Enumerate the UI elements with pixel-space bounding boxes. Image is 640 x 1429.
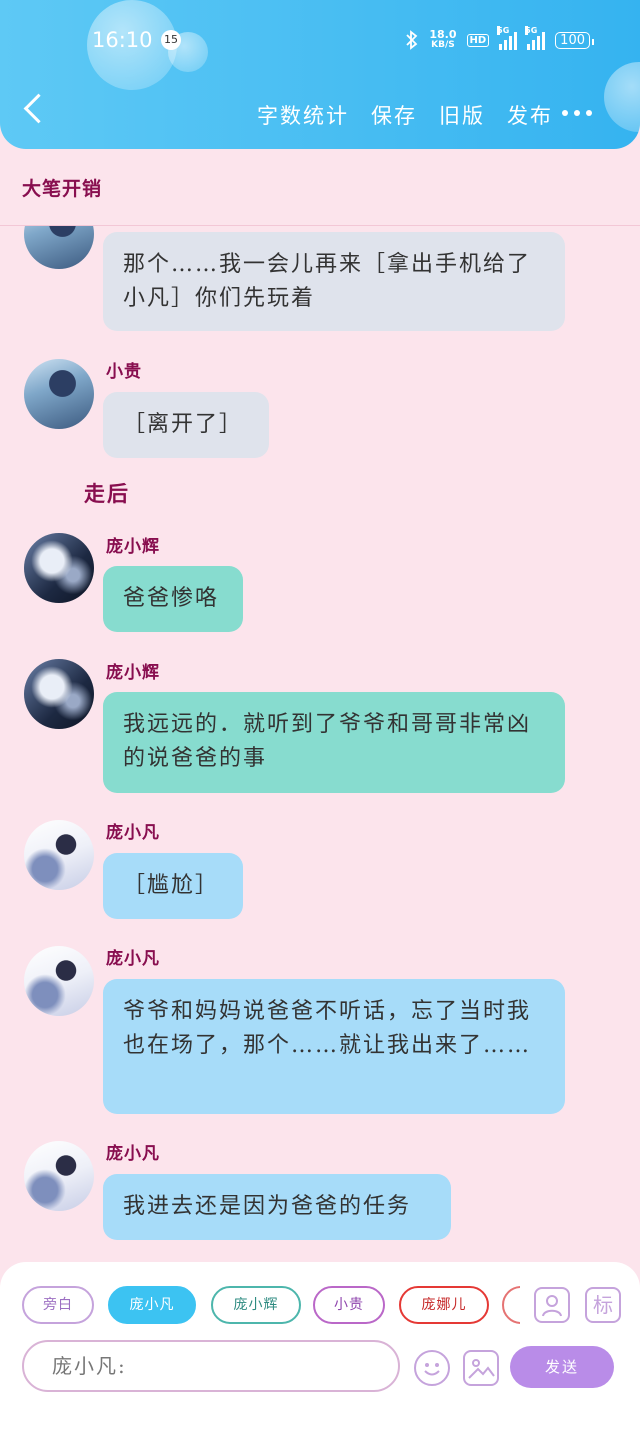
status-bar: 16:10 15 18.0 KB/S HD 5G 5G 100 [0, 26, 640, 56]
network-speed-unit: KB/S [431, 40, 455, 50]
role-chip-more[interactable] [502, 1286, 520, 1324]
back-button[interactable] [18, 93, 58, 134]
emoji-button[interactable] [414, 1350, 450, 1386]
message-bubble[interactable]: 我进去还是因为爸爸的任务 [103, 1174, 451, 1240]
role-chip-narrator[interactable]: 旁白 [22, 1286, 94, 1324]
avatar[interactable] [24, 946, 94, 1016]
network-speed-value: 18.0 [429, 28, 457, 41]
message-bubble[interactable]: 那个……我一会儿再来［拿出手机给了小凡］你们先玩着 [103, 232, 565, 331]
role-chip-pang-xiaohui[interactable]: 庞小辉 [211, 1286, 301, 1324]
signal-icon: 5G [525, 26, 546, 50]
save-button[interactable]: 保存 [371, 100, 417, 130]
publish-button[interactable]: 发布 [507, 100, 553, 130]
avatar[interactable] [24, 533, 94, 603]
smile-icon [424, 1363, 440, 1376]
sender-name: 庞小凡 [106, 1144, 160, 1164]
notification-badge: 15 [161, 30, 181, 50]
sender-name: 庞小凡 [106, 949, 160, 969]
send-button[interactable]: 发送 [510, 1346, 614, 1388]
chevron-left-icon [23, 93, 54, 124]
tag-button[interactable]: 标 [585, 1287, 621, 1323]
clock: 16:10 [92, 28, 153, 52]
word-count-button[interactable]: 字数统计 [257, 100, 349, 130]
avatar[interactable] [24, 820, 94, 890]
message-bubble[interactable]: 我远远的．就听到了爷爷和哥哥非常凶的说爸爸的事 [103, 692, 565, 793]
message-input[interactable]: 庞小凡: [22, 1340, 400, 1392]
role-selector: 旁白 庞小凡 庞小辉 小贵 庞娜儿 [22, 1286, 520, 1328]
network-speed: 18.0 KB/S [429, 29, 456, 51]
avatar[interactable] [24, 359, 94, 429]
message-bubble[interactable]: ［尴尬］ [103, 853, 243, 919]
message-bubble[interactable]: ［离开了］ [103, 392, 269, 458]
role-chip-pang-xiaofan[interactable]: 庞小凡 [108, 1286, 196, 1324]
old-version-button[interactable]: 旧版 [439, 100, 485, 130]
top-bar: 16:10 15 18.0 KB/S HD 5G 5G 100 字数统计 保存 … [0, 0, 640, 149]
toolbar-menu: 字数统计 保存 旧版 发布 [257, 100, 553, 130]
network-type: 5G [525, 26, 538, 35]
character-manage-button[interactable] [534, 1287, 570, 1323]
sender-name: 庞小辉 [106, 663, 160, 683]
sender-name: 庞小凡 [106, 823, 160, 843]
sender-name: 小贵 [106, 362, 142, 382]
role-chip-xiaogui[interactable]: 小贵 [313, 1286, 385, 1324]
image-icon [468, 1359, 495, 1379]
narration-text[interactable]: 走后 [84, 478, 130, 508]
avatar[interactable] [24, 226, 94, 269]
sender-name: 庞小辉 [106, 537, 160, 557]
input-panel: 旁白 庞小凡 庞小辉 小贵 庞娜儿 标 庞小凡: 发送 [0, 1262, 640, 1429]
battery-icon: 100 [555, 31, 594, 49]
message-bubble[interactable]: 爸爸惨咯 [103, 566, 243, 632]
bluetooth-icon [406, 30, 418, 50]
chat-area[interactable]: 那个……我一会儿再来［拿出手机给了小凡］你们先玩着 小贵 ［离开了］ 走后 庞小… [0, 226, 640, 1262]
network-type: 5G [497, 26, 510, 35]
story-title[interactable]: 大笔开销 [22, 174, 102, 201]
more-options-icon[interactable] [562, 110, 592, 116]
message-bubble[interactable]: 爷爷和妈妈说爸爸不听话，忘了当时我也在场了，那个……就让我出来了…… [103, 979, 565, 1114]
image-button[interactable] [463, 1350, 499, 1386]
avatar[interactable] [24, 1141, 94, 1211]
avatar[interactable] [24, 659, 94, 729]
person-icon [542, 1295, 562, 1317]
hd-volte-icon: HD [466, 33, 490, 47]
signal-icon: 5G [497, 26, 518, 50]
decor-bubble [604, 62, 640, 132]
role-chip-pang-naer[interactable]: 庞娜儿 [399, 1286, 489, 1324]
